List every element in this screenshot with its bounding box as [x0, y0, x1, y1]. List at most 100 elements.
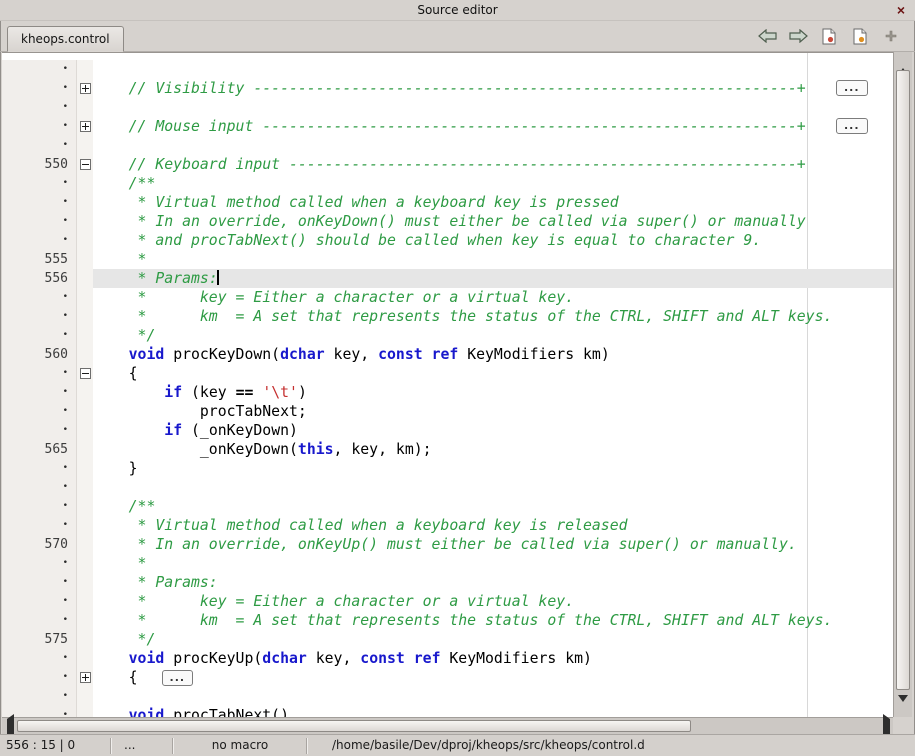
plus-icon	[885, 30, 897, 42]
fold-expand-icon[interactable]	[80, 83, 91, 94]
code-editor[interactable]: • • // Visibility ----------------------…	[2, 52, 893, 717]
code-line[interactable]: • * key = Either a character or a virtua…	[2, 288, 893, 307]
horizontal-scrollbar-thumb[interactable]	[17, 720, 691, 732]
code-line[interactable]: • if (_onKeyDown)	[2, 421, 893, 440]
code-text: /**	[93, 174, 893, 193]
line-number: •	[2, 307, 76, 326]
horizontal-scrollbar[interactable]	[2, 717, 893, 734]
scroll-right-button[interactable]	[879, 718, 893, 734]
code-text: * Params:	[93, 573, 893, 592]
code-line[interactable]: •	[2, 478, 893, 497]
fold-expand-icon[interactable]	[80, 121, 91, 132]
code-text: // Visibility --------------------------…	[93, 79, 893, 98]
code-line[interactable]: • }	[2, 459, 893, 478]
code-text: procTabNext;	[93, 402, 893, 421]
statusbar-ellipsis: ...	[112, 735, 172, 756]
collapsed-fold-marker[interactable]: ...	[836, 80, 868, 96]
document-icon	[822, 28, 836, 45]
code-line[interactable]: • * Params:	[2, 573, 893, 592]
code-line[interactable]: • if (key == '\t')	[2, 383, 893, 402]
code-line[interactable]: • * key = Either a character or a virtua…	[2, 592, 893, 611]
fold-gutter	[76, 611, 93, 630]
fold-gutter	[76, 383, 93, 402]
scroll-down-button[interactable]	[894, 701, 912, 717]
code-line[interactable]: •	[2, 60, 893, 79]
fold-collapse-icon[interactable]	[80, 159, 91, 170]
fold-gutter	[76, 706, 93, 717]
code-line[interactable]: • * In an override, onKeyDown() must eit…	[2, 212, 893, 231]
close-button[interactable]: ×	[893, 0, 909, 20]
line-number: •	[2, 193, 76, 212]
fold-gutter	[76, 98, 93, 117]
code-line[interactable]: • /**	[2, 497, 893, 516]
code-line[interactable]: • // Visibility ------------------------…	[2, 79, 893, 98]
text-caret	[217, 270, 219, 285]
scroll-left-button[interactable]	[3, 718, 17, 734]
fold-collapse-icon[interactable]	[80, 368, 91, 379]
fold-gutter	[76, 592, 93, 611]
code-text	[93, 98, 893, 117]
code-line[interactable]: • procTabNext;	[2, 402, 893, 421]
vertical-scrollbar-thumb[interactable]	[896, 70, 910, 690]
code-text: if (_onKeyDown)	[93, 421, 893, 440]
document-button-2[interactable]	[850, 26, 870, 46]
collapsed-fold-marker[interactable]: ...	[836, 118, 868, 134]
fold-gutter	[76, 250, 93, 269]
fold-gutter	[76, 421, 93, 440]
tab-bar: kheops.control	[0, 21, 915, 52]
fold-gutter	[76, 212, 93, 231]
code-line[interactable]: 570 * In an override, onKeyUp() must eit…	[2, 535, 893, 554]
code-text: * In an override, onKeyDown() must eithe…	[93, 212, 893, 231]
document-button-1[interactable]	[819, 26, 839, 46]
code-line[interactable]: 560 void procKeyDown(dchar key, const re…	[2, 345, 893, 364]
line-number: •	[2, 383, 76, 402]
tab-kheops-control[interactable]: kheops.control	[7, 26, 124, 52]
collapsed-fold-marker[interactable]: ...	[162, 670, 194, 686]
code-line[interactable]: • // Mouse input -----------------------…	[2, 117, 893, 136]
scroll-up-button[interactable]	[894, 52, 912, 68]
line-number: •	[2, 212, 76, 231]
line-number: •	[2, 478, 76, 497]
detach-button[interactable]	[881, 26, 901, 46]
fold-expand-icon[interactable]	[80, 672, 91, 683]
fold-gutter	[76, 440, 93, 459]
fold-gutter	[76, 554, 93, 573]
code-line[interactable]: • * Virtual method called when a keyboar…	[2, 516, 893, 535]
go-back-button[interactable]	[757, 26, 777, 46]
line-number: 556	[2, 269, 76, 288]
line-number: •	[2, 592, 76, 611]
code-text: * km = A set that represents the status …	[93, 611, 893, 630]
code-line[interactable]: 555 *	[2, 250, 893, 269]
code-line[interactable]: •	[2, 687, 893, 706]
go-forward-button[interactable]	[788, 26, 808, 46]
code-line[interactable]: • */	[2, 326, 893, 345]
code-line[interactable]: 575 */	[2, 630, 893, 649]
document-icon	[853, 28, 867, 45]
code-text: _onKeyDown(this, key, km);	[93, 440, 893, 459]
code-line[interactable]: 556 * Params:	[2, 269, 893, 288]
code-line[interactable]: • {...	[2, 668, 893, 687]
code-line[interactable]: • {	[2, 364, 893, 383]
code-line[interactable]: • /**	[2, 174, 893, 193]
line-number: •	[2, 364, 76, 383]
code-line[interactable]: • * km = A set that represents the statu…	[2, 307, 893, 326]
code-line[interactable]: • *	[2, 554, 893, 573]
code-line[interactable]: • * km = A set that represents the statu…	[2, 611, 893, 630]
code-line[interactable]: • * and procTabNext() should be called w…	[2, 231, 893, 250]
code-line[interactable]: • void procKeyUp(dchar key, const ref Ke…	[2, 649, 893, 668]
code-line[interactable]: •	[2, 136, 893, 155]
code-line[interactable]: 565 _onKeyDown(this, key, km);	[2, 440, 893, 459]
fold-gutter	[76, 155, 93, 174]
line-number: •	[2, 402, 76, 421]
code-text: {...	[93, 668, 893, 687]
macro-status: no macro	[174, 735, 306, 756]
code-line[interactable]: • void procTabNext()	[2, 706, 893, 717]
code-line[interactable]: • * Virtual method called when a keyboar…	[2, 193, 893, 212]
code-line[interactable]: •	[2, 98, 893, 117]
fold-gutter	[76, 573, 93, 592]
line-number: •	[2, 326, 76, 345]
code-text: *	[93, 554, 893, 573]
code-line[interactable]: 550 // Keyboard input ------------------…	[2, 155, 893, 174]
code-text	[93, 136, 893, 155]
vertical-scrollbar[interactable]	[893, 52, 912, 717]
